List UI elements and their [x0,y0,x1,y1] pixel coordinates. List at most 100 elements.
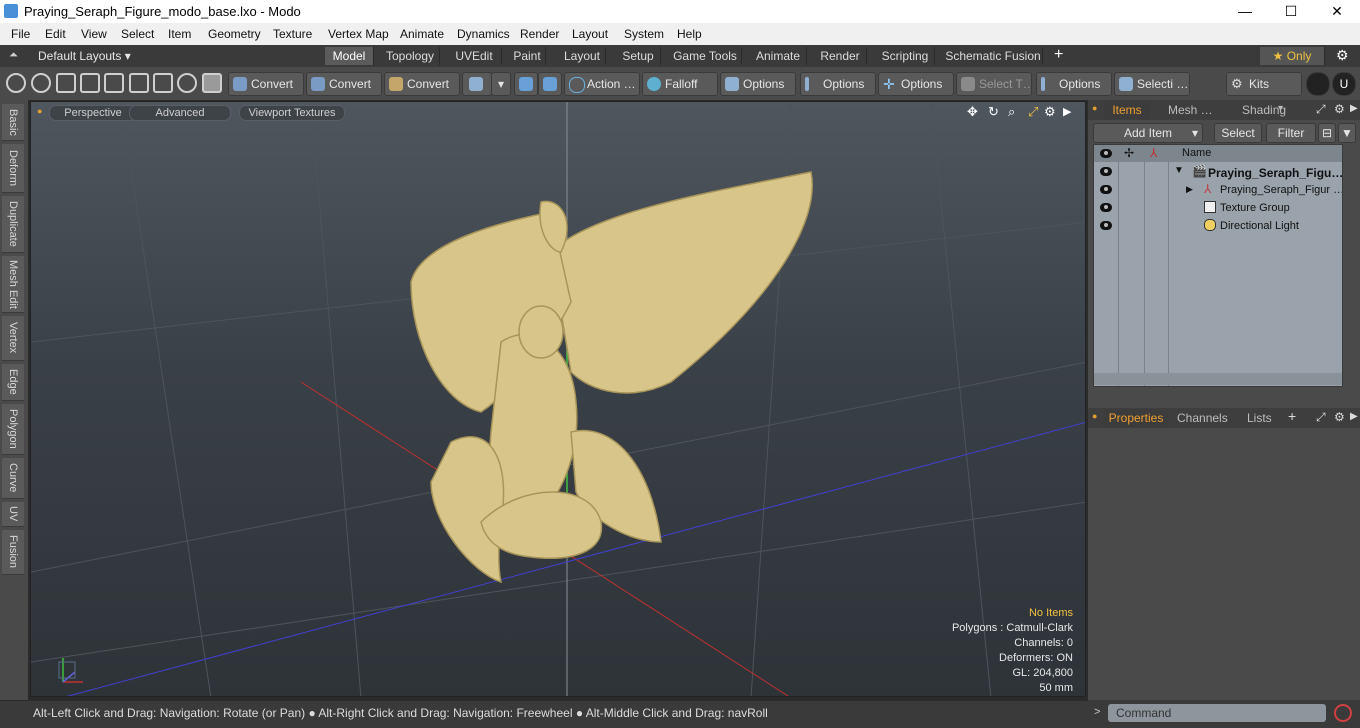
mesh-shading-icon[interactable] [202,73,222,93]
item-row-mesh[interactable]: ▶ ⅄ Praying_Seraph_Figur … [1094,181,1342,199]
menu-dynamics[interactable]: Dynamics [457,27,510,41]
tab-mesh-edit[interactable]: Mesh Edit [2,256,24,313]
action-center-button[interactable]: Action … [564,72,640,96]
fit-view-icon[interactable]: ⤢ [1028,104,1038,120]
panel-arrow-icon[interactable]: ▶ [1350,103,1358,114]
tab-setup[interactable]: Setup [616,47,661,65]
tab-duplicate[interactable]: Duplicate [2,196,24,253]
falloff-button[interactable]: Falloff [642,72,718,96]
tab-topology[interactable]: Topology [381,47,440,65]
tab-layout[interactable]: Layout [559,47,606,65]
convert-button-2[interactable]: Convert [306,72,382,96]
collapse-icon[interactable]: ⊟ [1318,123,1336,143]
tab-uv[interactable]: UV [2,502,24,527]
auto-select-icon[interactable] [177,73,197,93]
item-select-icon[interactable] [80,73,100,93]
viewport-settings-gear-icon[interactable]: ⚙ [1044,104,1056,120]
options-button-4[interactable]: Options [1036,72,1112,96]
item-row-texture-group[interactable]: Texture Group [1094,199,1342,217]
visibility-eye-icon[interactable] [1100,185,1112,194]
add-item-button[interactable]: Add Item ▾ [1093,123,1203,143]
viewport-textures-toggle[interactable]: Viewport Textures [239,105,345,121]
name-column-header[interactable]: Name [1182,147,1211,159]
panel-expand-icon[interactable]: ⤢ [1316,410,1326,425]
symmetry-shield-icon[interactable] [514,72,538,96]
panel-menu-dot-icon[interactable]: ● [1092,411,1097,421]
tab-edge[interactable]: Edge [2,364,24,401]
tab-paint[interactable]: Paint [509,47,546,65]
item-row-scene[interactable]: ▼ 🎬 Praying_Seraph_Figu… [1094,163,1342,181]
zoom-icon[interactable]: ⌕ [1008,104,1015,120]
menu-help[interactable]: Help [677,27,702,41]
selection-button[interactable]: Selecti … [1114,72,1190,96]
tab-vertex[interactable]: Vertex [2,316,24,361]
tab-polygon[interactable]: Polygon [2,404,24,455]
layout-settings-gear-icon[interactable]: ⚙ [1336,47,1349,64]
menu-render[interactable]: Render [520,27,559,41]
snap-shield-icon[interactable] [538,72,562,96]
menu-file[interactable]: File [11,27,30,41]
menu-view[interactable]: View [81,27,107,41]
command-input[interactable]: Command [1108,704,1326,722]
tab-curve[interactable]: Curve [2,458,24,499]
pivot-select-icon[interactable] [129,73,149,93]
default-layouts-dropdown[interactable]: Default Layouts ▾ [38,49,131,63]
options-button-1[interactable]: Options [720,72,796,96]
visibility-eye-icon[interactable] [1100,167,1112,176]
panel-arrow-icon[interactable]: ▶ [1350,411,1358,422]
tab-deform[interactable]: Deform [2,144,24,193]
menu-select[interactable]: Select [121,27,154,41]
tab-model[interactable]: Model [325,47,374,65]
select-button[interactable]: Select [1214,123,1262,143]
vertex-select-icon[interactable] [6,73,26,93]
add-layout-tab-button[interactable]: + [1054,46,1063,64]
convert-button-3[interactable]: Convert [384,72,460,96]
add-tab-button[interactable]: + [1288,408,1296,424]
panel-settings-gear-icon[interactable]: ⚙ [1334,102,1345,116]
item-row-directional-light[interactable]: Directional Light [1094,217,1342,235]
tab-render[interactable]: Render [814,47,867,65]
center-select-icon[interactable] [153,73,173,93]
panel-settings-gear-icon[interactable]: ⚙ [1334,410,1345,424]
tab-mesh[interactable]: Mesh … [1168,101,1213,119]
panel-expand-icon[interactable]: ⤢ [1316,102,1326,117]
tab-uvedit[interactable]: UVEdit [447,47,502,65]
tab-lists[interactable]: Lists [1247,409,1272,427]
filter-funnel-icon[interactable]: ▼ [1338,123,1356,143]
menu-layout[interactable]: Layout [572,27,608,41]
menu-vertex-map[interactable]: Vertex Map [328,27,389,41]
options-button-3[interactable]: ✛ Options [878,72,954,96]
shading-mode-advanced[interactable]: Advanced [129,105,231,121]
menu-geometry[interactable]: Geometry [208,27,261,41]
tab-items[interactable]: Items [1104,101,1150,119]
menu-texture[interactable]: Texture [273,27,312,41]
maximize-button[interactable]: ☐ [1268,0,1314,23]
unity-icon[interactable] [1306,72,1330,96]
panel-menu-dot-icon[interactable]: ● [1092,103,1097,113]
material-select-icon[interactable] [104,73,124,93]
menu-animate[interactable]: Animate [400,27,444,41]
tab-animate[interactable]: Animate [750,47,807,65]
only-toggle[interactable]: ★ Only [1260,47,1325,65]
tab-fusion[interactable]: Fusion [2,530,24,575]
3d-viewport[interactable]: ● Perspective Advanced Viewport Textures… [30,101,1086,697]
tab-dropdown-chevron-icon[interactable]: ▾ [1278,103,1283,114]
tab-schematic-fusion[interactable]: Schematic Fusion [944,47,1043,65]
rotate-icon[interactable]: ↻ [988,104,999,120]
command-history-icon[interactable] [1334,704,1352,722]
unreal-icon[interactable]: U [1332,72,1356,96]
viewport-expand-arrow-icon[interactable]: ▶ [1063,105,1071,118]
mesh-cube-button[interactable] [462,72,492,96]
menu-system[interactable]: System [624,27,664,41]
view-mode-perspective[interactable]: Perspective [49,105,137,121]
mesh-dropdown-chevron-icon[interactable]: ▾ [491,72,511,96]
tab-basic[interactable]: Basic [2,104,24,141]
filter-button[interactable]: Filter [1266,123,1316,143]
visibility-eye-icon[interactable] [1100,221,1112,230]
kits-button[interactable]: ⚙ Kits [1226,72,1302,96]
convert-button-1[interactable]: Convert [228,72,304,96]
edge-select-icon[interactable] [31,73,51,93]
item-list-scrollbar[interactable] [1094,373,1342,385]
tab-properties[interactable]: Properties [1104,409,1168,427]
options-button-2[interactable]: Options [800,72,876,96]
